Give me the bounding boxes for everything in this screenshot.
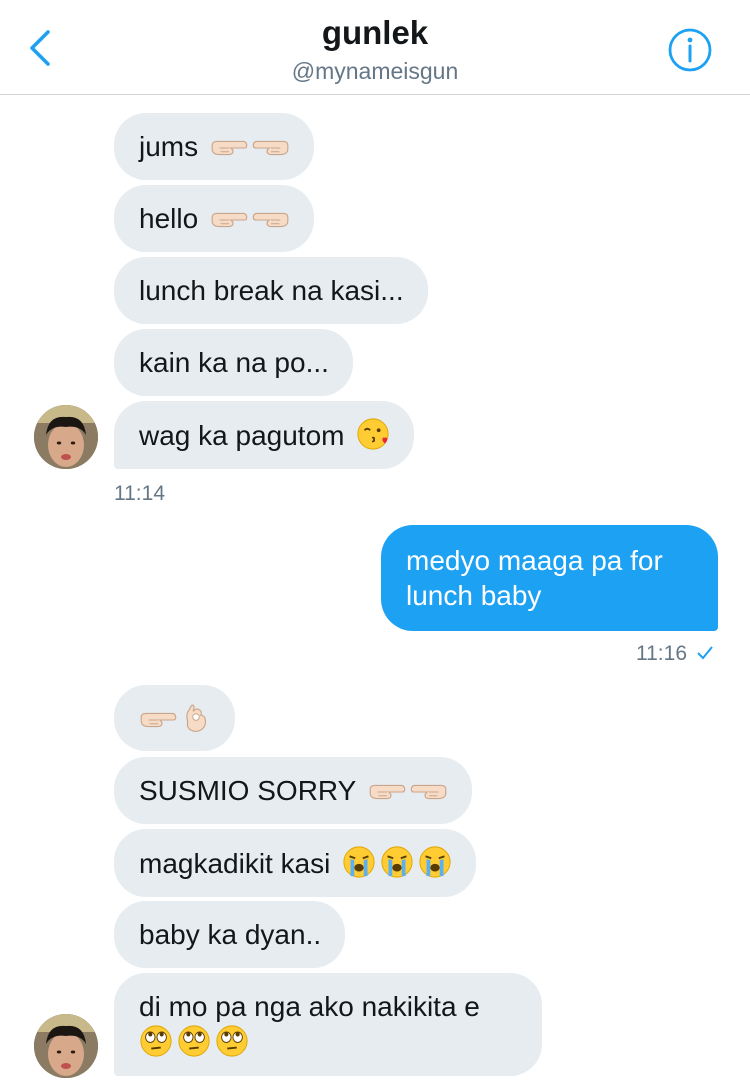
crying-face-icon <box>380 845 414 879</box>
point-right-icon <box>210 206 248 234</box>
message-text-line: medyo maaga pa for <box>406 545 663 576</box>
received-message-bubble[interactable]: jums <box>114 113 314 180</box>
received-message-bubble[interactable]: hello <box>114 185 314 252</box>
message-text: di mo pa nga ako nakikita e <box>139 991 480 1022</box>
point-left-icon <box>252 134 290 162</box>
sent-message-bubble[interactable]: medyo maaga pa for lunch baby <box>381 525 718 631</box>
received-message-bubble[interactable]: kain ka na po... <box>114 329 353 396</box>
message-text-line: lunch baby <box>406 580 542 611</box>
timestamp-text: 11:16 <box>636 642 687 665</box>
received-message-bubble[interactable]: SUSMIO SORRY <box>114 757 472 824</box>
message-text: wag ka pagutom <box>139 420 345 451</box>
received-message-bubble[interactable]: di mo pa nga ako nakikita e <box>114 973 542 1076</box>
received-message-bubble[interactable]: lunch break na kasi... <box>114 257 428 324</box>
message-timestamp: 11:14 <box>114 482 165 505</box>
checkmark-icon <box>697 642 713 666</box>
crying-face-icon <box>342 845 376 879</box>
received-message-bubble[interactable]: magkadikit kasi <box>114 829 477 897</box>
info-button[interactable] <box>667 27 713 73</box>
point-left-icon <box>252 206 290 234</box>
message-text: lunch break na kasi... <box>139 275 404 306</box>
info-icon <box>668 28 712 72</box>
eye-roll-face-icon <box>215 1024 249 1058</box>
point-right-icon <box>139 706 177 734</box>
sent-timestamp: 11:16 <box>636 642 713 666</box>
conversation-name: gunlek <box>321 14 429 51</box>
eye-roll-face-icon <box>177 1024 211 1058</box>
message-text: baby ka dyan.. <box>139 919 322 950</box>
point-left-icon <box>410 778 448 806</box>
conversation-header: gunlek @mynameisgun <box>0 0 750 95</box>
point-right-icon <box>210 134 248 162</box>
message-text: hello <box>139 203 199 234</box>
emoji-row <box>139 1024 518 1060</box>
eye-roll-face-icon <box>139 1024 173 1058</box>
message-text: magkadikit kasi <box>139 848 331 879</box>
conversation-handle: @mynameisgun <box>291 58 459 84</box>
message-text: kain ka na po... <box>139 347 329 378</box>
ok-hand-icon <box>181 702 211 734</box>
crying-face-icon <box>418 845 452 879</box>
point-right-icon <box>368 778 406 806</box>
message-text: SUSMIO SORRY <box>139 775 356 806</box>
received-message-bubble[interactable] <box>114 685 235 751</box>
avatar[interactable] <box>34 1014 98 1078</box>
received-message-bubble[interactable]: wag ka pagutom <box>114 401 415 469</box>
message-text: jums <box>139 131 199 162</box>
kiss-face-icon <box>356 417 390 451</box>
received-message-bubble[interactable]: baby ka dyan.. <box>114 901 346 968</box>
avatar[interactable] <box>34 405 98 469</box>
